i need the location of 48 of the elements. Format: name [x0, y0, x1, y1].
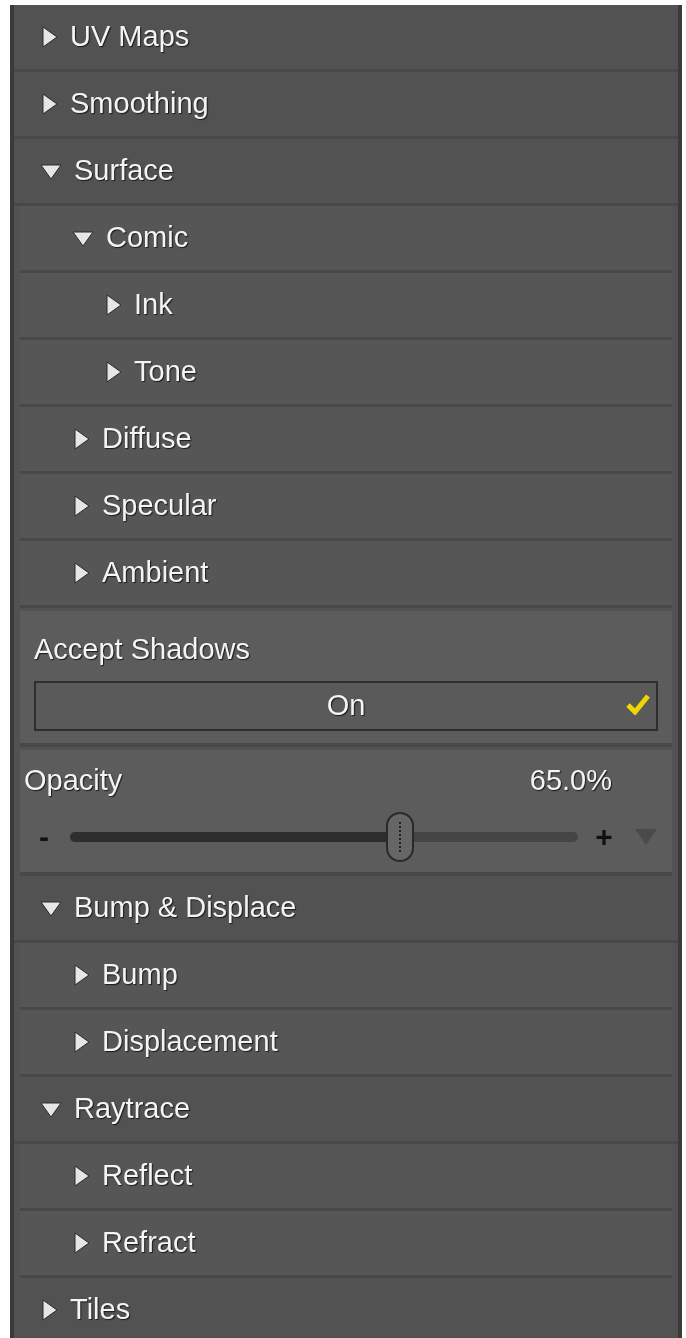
tree-row[interactable]: Comic — [20, 206, 672, 273]
tree-label: Comic — [106, 220, 189, 256]
collapsed-arrow-icon[interactable] — [72, 428, 90, 450]
tree-row[interactable]: Bump — [20, 943, 672, 1010]
collapsed-arrow-icon[interactable] — [40, 93, 58, 115]
tree-label: Ink — [134, 287, 173, 323]
collapsed-arrow-icon[interactable] — [72, 495, 90, 517]
expanded-arrow-icon[interactable] — [40, 899, 62, 917]
tree-row[interactable]: Refract — [20, 1211, 672, 1278]
collapsed-arrow-icon[interactable] — [72, 1031, 90, 1053]
property-label: Opacity — [24, 763, 123, 798]
tree-label: Tone — [134, 354, 197, 390]
tree-label: Reflect — [102, 1158, 193, 1194]
tree-label: Specular — [102, 488, 217, 524]
collapsed-arrow-icon[interactable] — [72, 562, 90, 584]
property-label: Accept Shadows — [34, 632, 251, 667]
tree-row[interactable]: Displacement — [20, 1010, 672, 1077]
toggle-field[interactable]: On — [34, 681, 658, 731]
tree-label: Diffuse — [102, 421, 192, 457]
collapsed-arrow-icon[interactable] — [104, 361, 122, 383]
tree-row[interactable]: Tone — [20, 340, 672, 407]
tree-row[interactable]: Specular — [20, 474, 672, 541]
tree-label: Tiles — [70, 1292, 131, 1328]
slider-track[interactable] — [70, 812, 578, 862]
collapsed-arrow-icon[interactable] — [104, 294, 122, 316]
tree-label: Refract — [102, 1225, 196, 1261]
expanded-arrow-icon[interactable] — [40, 162, 62, 180]
tree-label: UV Maps — [70, 19, 190, 55]
tree-row[interactable]: Ink — [20, 273, 672, 340]
tree-label: Bump & Displace — [74, 890, 297, 926]
tree-label: Smoothing — [70, 86, 209, 122]
tree-row[interactable]: Diffuse — [20, 407, 672, 474]
collapsed-arrow-icon[interactable] — [72, 1232, 90, 1254]
tree-row[interactable]: Ambient — [20, 541, 672, 608]
collapsed-arrow-icon[interactable] — [72, 964, 90, 986]
tree-label: Surface — [74, 153, 174, 189]
expanded-arrow-icon[interactable] — [72, 229, 94, 247]
tree-row[interactable]: Reflect — [20, 1144, 672, 1211]
expanded-arrow-icon[interactable] — [40, 1100, 62, 1118]
value-reading: 65.0% — [529, 763, 612, 798]
collapsed-arrow-icon[interactable] — [40, 1299, 58, 1321]
collapsed-arrow-icon[interactable] — [72, 1165, 90, 1187]
tree-label: Raytrace — [74, 1091, 191, 1127]
tree-label: Bump — [102, 957, 178, 993]
collapsed-arrow-icon[interactable] — [40, 26, 58, 48]
tree-label: Ambient — [102, 555, 209, 591]
tree-label: Displacement — [102, 1024, 278, 1060]
slider-thumb[interactable] — [386, 812, 415, 862]
